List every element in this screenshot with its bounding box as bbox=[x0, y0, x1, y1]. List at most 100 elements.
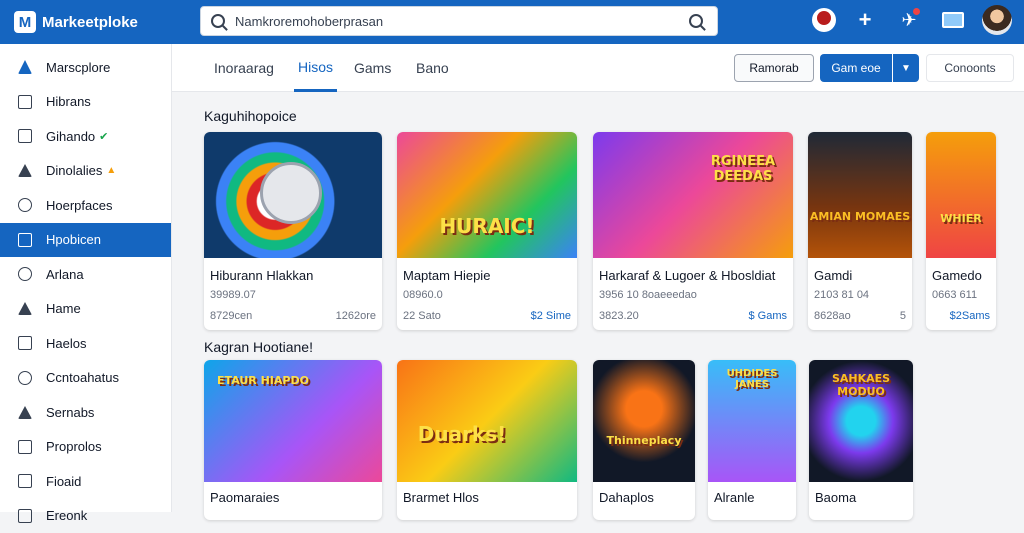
card-subtitle: 2103 81 04 bbox=[814, 289, 869, 301]
sidebar: Marscplore Hibrans Gihando✔ Dinolalies▲ … bbox=[0, 44, 172, 512]
card-price: 8729cen bbox=[210, 310, 252, 322]
game-thumbnail: UHDIDES JANES bbox=[708, 360, 796, 482]
tab-4[interactable]: Bano bbox=[412, 44, 453, 92]
sidebar-item-9[interactable]: Haelos bbox=[0, 326, 171, 361]
game-thumbnail: RGINEEA DEEDAS bbox=[593, 132, 793, 258]
game-card[interactable]: Duarks! Brarmet Hlos bbox=[397, 360, 577, 520]
game-thumbnail: HURAIC! bbox=[397, 132, 577, 258]
display-icon[interactable] bbox=[938, 5, 968, 35]
tabs-row: Inoraarag Hisos Gams Bano Ramorab Gam eo… bbox=[172, 44, 1024, 92]
card-title: Maptam Hiepie bbox=[403, 268, 490, 283]
search-icon bbox=[211, 14, 225, 28]
card-title: Gamdi bbox=[814, 268, 852, 283]
sidebar-item-label: Ccntoahatus bbox=[46, 370, 119, 385]
card-price: 3823.20 bbox=[599, 310, 639, 322]
game-card[interactable]: Thinneplacy Dahaplos bbox=[593, 360, 695, 520]
file-icon bbox=[18, 474, 32, 488]
notification-icon[interactable]: ✈ bbox=[894, 5, 924, 35]
sidebar-item-5[interactable]: Hoerpfaces bbox=[0, 188, 171, 223]
thumbnail-art-text: HURAIC! bbox=[397, 214, 577, 238]
game-thumbnail: WHIER bbox=[926, 132, 996, 258]
tab-2[interactable]: Hisos bbox=[294, 44, 337, 92]
check-icon: ✔ bbox=[99, 130, 108, 143]
game-card[interactable]: SAHKAES MODUO Baoma bbox=[809, 360, 913, 520]
card-meta: 1262ore bbox=[336, 310, 376, 322]
card-price: 8628ao bbox=[814, 310, 851, 322]
sidebar-item-label: Hoerpfaces bbox=[46, 198, 112, 213]
user-menu-icon[interactable] bbox=[812, 8, 836, 32]
search-submit-icon[interactable] bbox=[689, 14, 703, 28]
card-title: Alranle bbox=[714, 490, 754, 505]
card-title: Gamedo bbox=[932, 268, 982, 283]
sidebar-item-label: Fioaid bbox=[46, 474, 81, 489]
sidebar-item-label: Hame bbox=[46, 301, 81, 316]
sidebar-item-label: Marscplore bbox=[46, 60, 110, 75]
game-card[interactable]: AMIAN MOMAES Gamdi 2103 81 04 8628ao 5 bbox=[808, 132, 912, 330]
secondary-button[interactable]: Ramorab bbox=[734, 54, 814, 82]
folder-icon bbox=[18, 129, 32, 143]
sidebar-item-14[interactable]: Ereonk bbox=[0, 499, 171, 533]
card-title: Hiburann Hlakkan bbox=[210, 268, 313, 283]
sidebar-item-13[interactable]: Fioaid bbox=[0, 464, 171, 499]
sidebar-item-7[interactable]: Arlana bbox=[0, 257, 171, 292]
search-input[interactable] bbox=[235, 14, 689, 29]
tab-1[interactable]: Inoraarag bbox=[210, 44, 278, 92]
sidebar-item-label: Hibrans bbox=[46, 94, 91, 109]
sidebar-item-6[interactable]: Hpobicen bbox=[0, 223, 171, 258]
card-title: Brarmet Hlos bbox=[403, 490, 479, 505]
card-title: Dahaplos bbox=[599, 490, 654, 505]
primary-button[interactable]: Gam eoe bbox=[820, 54, 892, 82]
game-card[interactable]: WHIER Gamedo 0663 611 $2Sams bbox=[926, 132, 996, 330]
sidebar-item-10[interactable]: Ccntoahatus bbox=[0, 361, 171, 396]
clock-icon bbox=[18, 198, 32, 212]
sidebar-item-label: Proprolos bbox=[46, 439, 102, 454]
sidebar-item-2[interactable]: Hibrans bbox=[0, 85, 171, 120]
sidebar-item-label: Gihando bbox=[46, 129, 95, 144]
document-icon bbox=[18, 336, 32, 350]
settings-icon bbox=[18, 440, 32, 454]
card-title: Paomaraies bbox=[210, 490, 279, 505]
card-title: Baoma bbox=[815, 490, 856, 505]
bell-icon bbox=[18, 406, 32, 419]
section-title: Kaguhihopoice bbox=[204, 108, 297, 124]
add-icon[interactable]: + bbox=[850, 5, 880, 35]
game-thumbnail: SAHKAES MODUO bbox=[809, 360, 913, 482]
tab-3[interactable]: Gams bbox=[350, 44, 395, 92]
sidebar-item-label: Arlana bbox=[46, 267, 84, 282]
contents-button[interactable]: Conoonts bbox=[926, 54, 1014, 82]
game-card[interactable]: UHDIDES JANES Alranle bbox=[708, 360, 796, 520]
game-card[interactable]: RGINEEA DEEDAS Harkaraf & Lugoer & Hbosl… bbox=[593, 132, 793, 330]
sidebar-item-11[interactable]: Sernabs bbox=[0, 395, 171, 430]
sidebar-item-label: Haelos bbox=[46, 336, 86, 351]
alert-icon: ▲ bbox=[106, 165, 116, 176]
top-icons: + ✈ bbox=[812, 5, 1012, 35]
extra-icon bbox=[18, 509, 32, 523]
sidebar-item-12[interactable]: Proprolos bbox=[0, 430, 171, 465]
sidebar-item-8[interactable]: Hame bbox=[0, 292, 171, 327]
logo[interactable]: M Markeetploke bbox=[0, 11, 190, 33]
card-meta: $ Gams bbox=[748, 310, 787, 322]
thumbnail-art-text: RGINEEA DEEDAS bbox=[693, 154, 793, 184]
search-bar[interactable] bbox=[200, 6, 718, 36]
game-thumbnail: Duarks! bbox=[397, 360, 577, 482]
game-thumbnail: AMIAN MOMAES bbox=[808, 132, 912, 258]
library-icon bbox=[18, 95, 32, 109]
triangle-icon bbox=[18, 302, 32, 315]
sidebar-item-4[interactable]: Dinolalies▲ bbox=[0, 154, 171, 189]
top-bar: M Markeetploke + ✈ bbox=[0, 0, 1024, 44]
avatar[interactable] bbox=[982, 5, 1012, 35]
game-thumbnail: ETAUR HIAPDO bbox=[204, 360, 382, 482]
sidebar-item-3[interactable]: Gihando ✔ bbox=[0, 119, 171, 154]
game-card[interactable]: HURAIC! Maptam Hiepie 08960.0 22 Sato $2… bbox=[397, 132, 577, 330]
sidebar-item-label: Hpobicen bbox=[46, 232, 101, 247]
game-thumbnail: Thinneplacy bbox=[593, 360, 695, 482]
card-title: Harkaraf & Lugoer & Hbosldiat bbox=[599, 268, 775, 283]
thumbnail-art-text: Duarks! bbox=[397, 422, 577, 446]
thumbnail-art-text: SAHKAES MODUO bbox=[809, 372, 913, 398]
warning-icon bbox=[18, 164, 32, 177]
chevron-down-icon[interactable]: ▼ bbox=[893, 54, 919, 82]
game-card[interactable]: Hiburann Hlakkan 39989.07 8729cen 1262or… bbox=[204, 132, 382, 330]
game-card[interactable]: ETAUR HIAPDO Paomaraies bbox=[204, 360, 382, 520]
sidebar-item-marketplace[interactable]: Marscplore bbox=[0, 50, 171, 85]
card-price: 22 Sato bbox=[403, 310, 441, 322]
